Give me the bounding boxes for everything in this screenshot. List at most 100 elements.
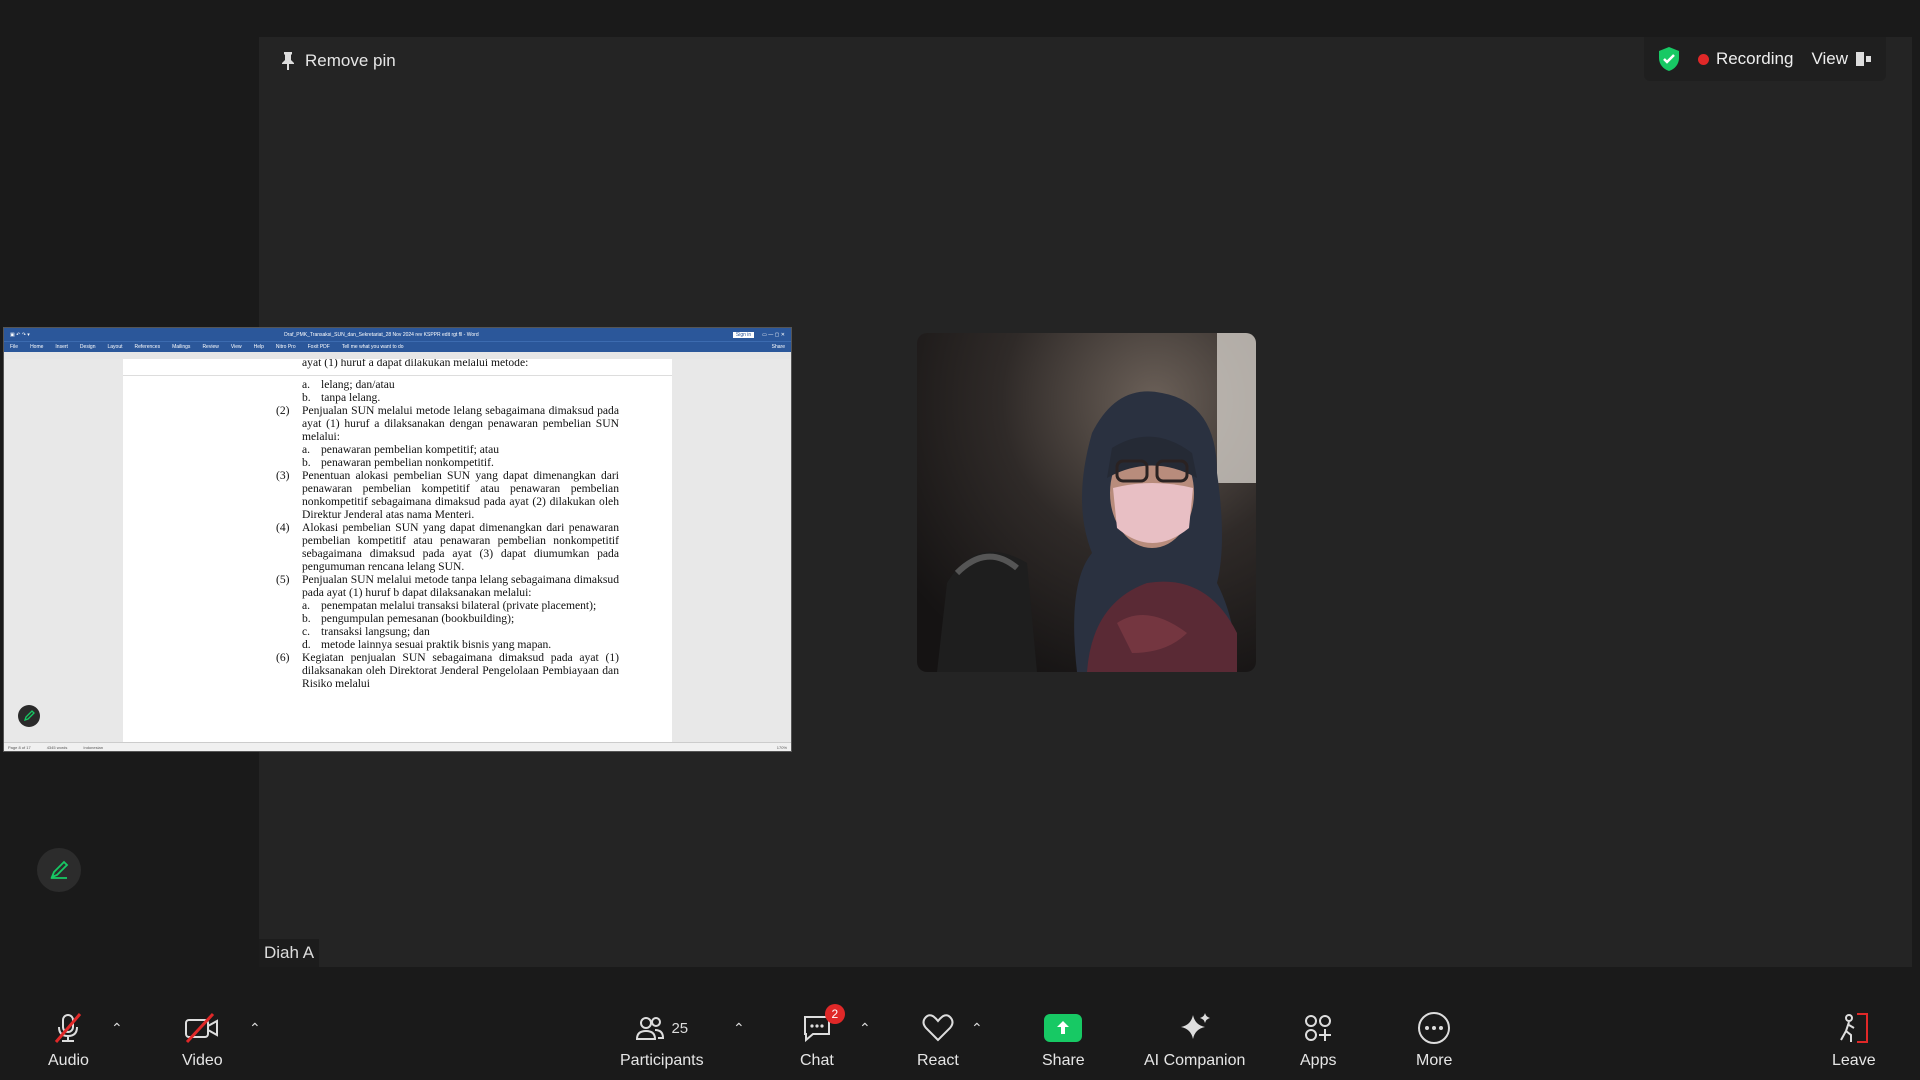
participants-icon	[636, 1017, 665, 1040]
participants-options-caret[interactable]: ⌃	[733, 1020, 745, 1037]
participant-video-image	[917, 333, 1256, 672]
doc-para-text: Penjualan SUN melalui metode tanpa lelan…	[302, 573, 619, 599]
doc-item-num: c.	[302, 625, 311, 638]
audio-button[interactable]: Audio	[48, 1010, 89, 1070]
word-window-controls[interactable]: ▭ — ▢ ✕	[762, 332, 785, 338]
apps-button[interactable]: Apps	[1300, 1010, 1336, 1070]
word-tab[interactable]: Home	[30, 344, 43, 350]
video-label: Video	[182, 1052, 223, 1069]
remove-pin-label: Remove pin	[305, 51, 396, 70]
word-document-area[interactable]: ayat (1) huruf a dapat dilakukan melalui…	[4, 359, 791, 743]
heart-icon	[922, 1014, 954, 1042]
doc-item-num: b.	[302, 612, 311, 625]
doc-item-text: penawaran pembelian kompetitif; atau	[321, 443, 500, 456]
doc-para-num: (6)	[276, 651, 290, 664]
pencil-icon	[50, 860, 69, 879]
word-ribbon-tabs: File Home Insert Design Layout Reference…	[4, 341, 791, 352]
status-zoom[interactable]: 170%	[777, 745, 787, 750]
word-quick-access: ▣ ↶ ↷ ▾	[10, 331, 30, 338]
doc-para-text: Kegiatan penjualan SUN sebagaimana dimak…	[302, 651, 619, 690]
meeting-status-bar: Recording View	[1643, 37, 1886, 81]
pencil-icon	[23, 710, 35, 722]
doc-paragraph: (6) Kegiatan penjualan SUN sebagaimana di…	[276, 651, 619, 690]
word-tab[interactable]: Mailings	[172, 344, 190, 350]
doc-item-text: tanpa lelang.	[321, 391, 381, 404]
participant-video[interactable]	[917, 333, 1256, 672]
shared-annotate-button[interactable]	[18, 705, 40, 727]
participants-button[interactable]: 25 Participants	[620, 1010, 704, 1070]
more-icon	[1418, 1012, 1451, 1044]
word-tell-me[interactable]: Tell me what you want to do	[342, 344, 404, 350]
doc-para-num: (5)	[276, 573, 290, 586]
share-screen-button[interactable]: Share	[1042, 1010, 1085, 1070]
word-tab[interactable]: Review	[202, 344, 218, 350]
doc-item-text: metode lainnya sesuai praktik bisnis yan…	[321, 638, 552, 651]
word-tab[interactable]: Foxit PDF	[308, 344, 330, 350]
chat-button[interactable]: 2 Chat	[800, 1004, 845, 1070]
participants-label: Participants	[620, 1052, 704, 1069]
doc-item: a. lelang; dan/atau	[276, 378, 619, 391]
recording-indicator[interactable]: Recording	[1697, 49, 1794, 69]
word-tab[interactable]: Design	[80, 344, 96, 350]
doc-item-text: transaksi langsung; dan	[321, 625, 430, 638]
doc-paragraph: (4) Alokasi pembelian SUN yang dapat dime…	[276, 521, 619, 573]
participants-count: 25	[671, 1019, 689, 1037]
word-tab[interactable]: References	[135, 344, 161, 350]
share-label: Share	[1042, 1052, 1085, 1069]
doc-item-num: a.	[302, 599, 311, 612]
word-titlebar: ▣ ↶ ↷ ▾ Draf_PMK_Transaksi_SUN_dan_Sekre…	[4, 328, 791, 341]
doc-item: c. transaksi langsung; dan	[276, 625, 619, 638]
word-tab[interactable]: Help	[254, 344, 264, 350]
word-tab[interactable]: Insert	[55, 344, 68, 350]
chat-unread-badge: 2	[824, 1004, 845, 1024]
doc-item-num: b.	[302, 456, 311, 469]
chat-label: Chat	[800, 1052, 834, 1069]
audio-options-caret[interactable]: ⌃	[111, 1020, 123, 1037]
ai-companion-button[interactable]: AI Companion	[1144, 1010, 1245, 1070]
doc-para-num: (3)	[276, 469, 290, 482]
doc-para-text: Penjualan SUN melalui metode lelang seba…	[302, 404, 619, 443]
doc-item-num: b.	[302, 391, 311, 404]
video-off-icon	[185, 1012, 219, 1044]
status-language: Indonesian	[83, 744, 103, 750]
word-share-button[interactable]: Share	[772, 344, 785, 350]
video-button[interactable]: Video	[182, 1010, 223, 1070]
doc-item-text: lelang; dan/atau	[321, 378, 395, 391]
react-label: React	[917, 1052, 959, 1069]
annotate-button[interactable]	[37, 848, 81, 892]
view-layout-icon	[1856, 52, 1871, 66]
chat-options-caret[interactable]: ⌃	[859, 1020, 871, 1037]
word-sign-in[interactable]: Sign in	[732, 331, 755, 338]
doc-para-text: Alokasi pembelian SUN yang dapat dimenan…	[302, 521, 619, 573]
recording-label: Recording	[1715, 49, 1794, 68]
remove-pin-button[interactable]: Remove pin	[281, 51, 396, 71]
doc-item-text: penempatan melalui transaksi bilateral (…	[321, 599, 597, 612]
doc-paragraph: (5) Penjualan SUN melalui metode tanpa le…	[276, 573, 619, 599]
leave-button[interactable]: Leave	[1832, 1010, 1876, 1070]
doc-item-text: pengumpulan pemesanan (bookbuilding);	[321, 612, 515, 625]
status-page: Page 8 of 17	[8, 744, 31, 750]
word-tab[interactable]: View	[231, 344, 242, 350]
word-tab[interactable]: Nitro Pro	[276, 344, 296, 350]
word-title: Draf_PMK_Transaksi_SUN_dan_Sekretariat_2…	[284, 331, 479, 338]
react-options-caret[interactable]: ⌃	[971, 1020, 983, 1037]
word-tab[interactable]: Layout	[108, 344, 123, 350]
doc-para-num: (2)	[276, 404, 290, 417]
share-screen-icon	[1044, 1014, 1083, 1042]
leave-label: Leave	[1832, 1052, 1876, 1069]
doc-item: a. penempatan melalui transaksi bilateral…	[276, 599, 619, 612]
recording-dot-icon	[1697, 53, 1709, 65]
shared-screen[interactable]: ▣ ↶ ↷ ▾ Draf_PMK_Transaksi_SUN_dan_Sekre…	[3, 327, 792, 752]
video-options-caret[interactable]: ⌃	[249, 1020, 261, 1037]
document-text: ayat (1) huruf a dapat dilakukan melalui…	[276, 359, 619, 690]
security-shield-icon[interactable]	[1658, 47, 1680, 71]
view-label: View	[1811, 49, 1848, 68]
view-button[interactable]: View	[1811, 49, 1872, 69]
word-tab[interactable]: File	[10, 344, 18, 350]
react-button[interactable]: React	[917, 1010, 959, 1070]
more-button[interactable]: More	[1416, 1010, 1452, 1070]
doc-item-num: a.	[302, 443, 311, 456]
status-words: 4345 words	[46, 744, 68, 750]
doc-paragraph: (2) Penjualan SUN melalui metode lelang s…	[276, 404, 619, 443]
ai-companion-label: AI Companion	[1144, 1052, 1246, 1069]
